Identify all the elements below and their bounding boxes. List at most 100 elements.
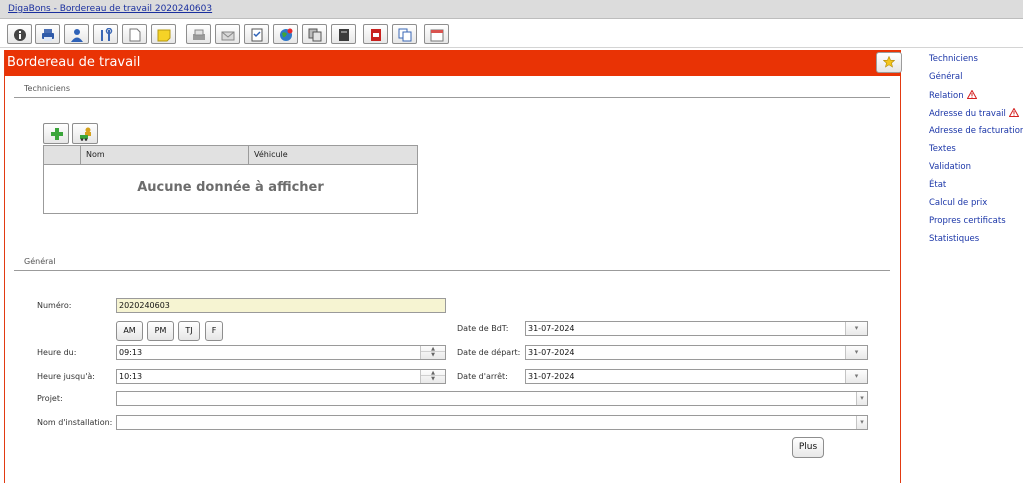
nav-item-label[interactable]: Calcul de prix	[929, 198, 987, 208]
nav-item-label[interactable]: Adresse de facturation	[929, 126, 1023, 136]
app-title[interactable]: DigaBons - Bordereau de travail 20202406…	[8, 4, 212, 14]
pdf-icon	[371, 29, 381, 41]
nav-item-label[interactable]: Adresse du travail	[929, 109, 1006, 119]
nav-item-label[interactable]: Statistiques	[929, 234, 979, 244]
nav-item-label[interactable]: Relation	[929, 91, 964, 101]
numero-field[interactable]: 2020240603	[116, 298, 446, 313]
chevron-down-icon[interactable]: ▾	[856, 416, 867, 429]
date-depart-value: 31-07-2024	[528, 348, 575, 357]
warning-icon	[1008, 108, 1019, 117]
print-button[interactable]	[35, 24, 60, 44]
section-technicians-divider	[14, 97, 890, 98]
new-document-button[interactable]	[122, 24, 147, 44]
pdf-button[interactable]	[363, 24, 388, 44]
nav-item-adresse-travail[interactable]: Adresse du travail	[929, 108, 1019, 119]
duplicate-icon	[398, 28, 412, 42]
heure-jusqua-value: 10:13	[119, 372, 143, 381]
tools-icon	[101, 28, 113, 41]
heure-jusqua-spinner[interactable]: ▲ ▼	[420, 370, 445, 383]
checklist-icon	[251, 28, 263, 42]
nav-item-label[interactable]: Techniciens	[929, 54, 978, 64]
heure-du-value: 09:13	[119, 348, 143, 357]
new-document-icon	[129, 28, 141, 42]
date-bdt-value: 31-07-2024	[528, 324, 575, 333]
note-icon	[157, 29, 171, 42]
calendar-icon	[430, 29, 444, 42]
assign-vehicle-button[interactable]	[72, 123, 98, 144]
heure-du-spinner[interactable]: ▲ ▼	[420, 346, 445, 359]
calendar-button[interactable]	[424, 24, 449, 44]
nav-item-calcul-prix[interactable]: Calcul de prix	[929, 198, 987, 208]
grid-column-name[interactable]: Nom	[80, 146, 248, 165]
nav-item-label[interactable]: Textes	[929, 144, 956, 154]
chevron-down-icon[interactable]: ▾	[845, 346, 867, 359]
heure-jusqua-label: Heure jusqu'à:	[37, 372, 95, 381]
notebook-button[interactable]	[331, 24, 356, 44]
info-button[interactable]	[7, 24, 32, 44]
nav-item-propres-certificats[interactable]: Propres certificats	[929, 216, 1006, 226]
nav-item-label[interactable]: Général	[929, 72, 963, 82]
duplicate-button[interactable]	[392, 24, 417, 44]
date-arret-picker[interactable]: 31-07-2024 ▾	[525, 369, 868, 384]
date-arret-value: 31-07-2024	[528, 372, 575, 381]
nav-item-relation[interactable]: Relation	[929, 90, 977, 101]
add-technician-button[interactable]	[43, 123, 69, 144]
users-vehicle-icon	[80, 127, 91, 141]
person-icon	[71, 29, 83, 42]
date-bdt-picker[interactable]: 31-07-2024 ▾	[525, 321, 868, 336]
nav-item-statistiques[interactable]: Statistiques	[929, 234, 979, 244]
heure-jusqua-field[interactable]: 10:13 ▲ ▼	[116, 369, 446, 384]
printer-icon	[42, 29, 54, 41]
globe-button[interactable]	[273, 24, 298, 44]
chevron-down-icon[interactable]: ▾	[845, 370, 867, 383]
nom-installation-select[interactable]: ▾	[116, 415, 868, 430]
nav-item-adresse-facturation[interactable]: Adresse de facturation	[929, 126, 1023, 136]
nav-item-etat[interactable]: État	[929, 180, 946, 190]
date-depart-picker[interactable]: 31-07-2024 ▾	[525, 345, 868, 360]
info-icon	[14, 29, 26, 41]
grid-empty-message: Aucune donnée à afficher	[137, 180, 324, 195]
panel-header: Bordereau de travail	[5, 50, 902, 76]
grid-column-vehicle[interactable]: Véhicule	[248, 146, 417, 165]
copy-stack-icon	[308, 28, 322, 42]
favorite-button[interactable]	[876, 52, 902, 73]
print-fax-icon	[193, 29, 205, 40]
checklist-button[interactable]	[244, 24, 269, 44]
chevron-down-icon[interactable]: ▼	[421, 376, 445, 382]
numero-label: Numéro:	[37, 301, 72, 310]
section-general-divider	[14, 270, 890, 271]
nav-item-validation[interactable]: Validation	[929, 162, 971, 172]
tj-button[interactable]: TJ	[178, 321, 200, 341]
email-button[interactable]	[215, 24, 240, 44]
copy-stack-button[interactable]	[302, 24, 327, 44]
projet-select[interactable]: ▾	[116, 391, 868, 406]
nav-item-label[interactable]: Propres certificats	[929, 216, 1006, 226]
title-bar: DigaBons - Bordereau de travail 20202406…	[0, 0, 1023, 19]
tools-button[interactable]	[93, 24, 118, 44]
nom-installation-label: Nom d'installation:	[37, 418, 113, 427]
nav-item-general[interactable]: Général	[929, 72, 963, 82]
warning-icon	[966, 90, 977, 99]
note-button[interactable]	[151, 24, 176, 44]
chevron-down-icon[interactable]: ▾	[845, 322, 867, 335]
section-technicians-label: Techniciens	[24, 84, 70, 93]
am-button[interactable]: AM	[116, 321, 143, 341]
chevron-down-icon[interactable]: ▼	[421, 352, 445, 358]
pm-button[interactable]: PM	[147, 321, 174, 341]
chevron-down-icon[interactable]: ▾	[856, 392, 867, 405]
nav-item-label[interactable]: Validation	[929, 162, 971, 172]
date-arret-label: Date d'arrêt:	[457, 372, 508, 381]
heure-du-label: Heure du:	[37, 348, 77, 357]
nav-item-textes[interactable]: Textes	[929, 144, 956, 154]
projet-label: Projet:	[37, 394, 63, 403]
f-button[interactable]: F	[205, 321, 223, 341]
plus-button[interactable]: Plus	[792, 437, 824, 458]
nav-item-techniciens[interactable]: Techniciens	[929, 54, 978, 64]
notebook-icon	[339, 29, 349, 41]
person-button[interactable]	[64, 24, 89, 44]
heure-du-field[interactable]: 09:13 ▲ ▼	[116, 345, 446, 360]
plus-icon	[51, 128, 63, 140]
print-fax-button[interactable]	[186, 24, 211, 44]
nav-item-label[interactable]: État	[929, 180, 946, 190]
email-icon	[221, 31, 235, 41]
